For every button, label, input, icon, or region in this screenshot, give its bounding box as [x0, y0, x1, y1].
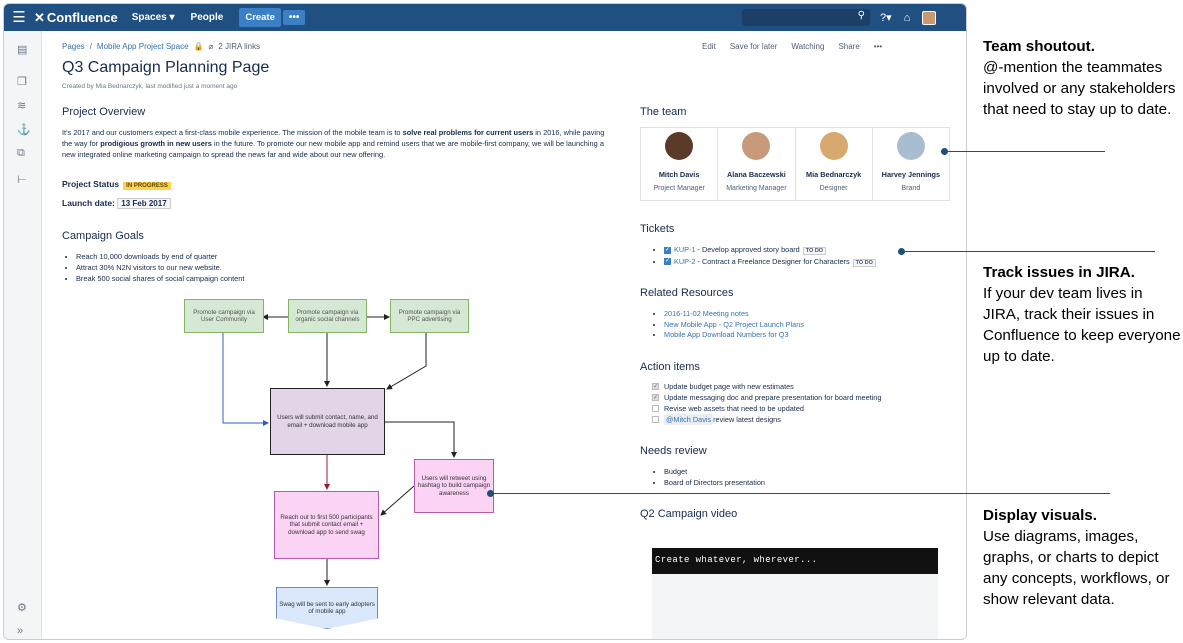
campaign-video[interactable]: Create whatever, wherever... — [652, 548, 938, 639]
settings-icon[interactable]: ⚙ — [17, 601, 27, 614]
more-actions-button[interactable]: ••• — [874, 42, 882, 51]
anchor-icon[interactable]: ⚓ — [17, 123, 31, 136]
reach-out-box: Reach out to first 500 participants that… — [274, 491, 379, 559]
task-item[interactable]: Revise web assets that need to be update… — [652, 403, 881, 414]
user-avatar[interactable] — [922, 10, 937, 25]
copy-page-icon[interactable]: ⧉ — [17, 147, 25, 160]
create-button[interactable]: Create — [239, 8, 281, 27]
menu-icon[interactable]: ☰ — [4, 4, 34, 31]
nav-spaces[interactable]: Spaces ▾ — [132, 12, 175, 23]
action-items: ✓ Update budget page with new estimates ✓… — [652, 381, 881, 425]
tickets-heading: Tickets — [640, 223, 675, 235]
confluence-logo[interactable]: ✕ Confluence — [34, 10, 118, 26]
video-caption: Create whatever, wherever... — [652, 548, 938, 574]
x-logo-icon: ✕ — [34, 9, 45, 25]
callout-visuals: Display visuals. Use diagrams, images, gr… — [983, 507, 1170, 608]
nav-people[interactable]: People — [191, 12, 224, 23]
promote-social-box: Promote campaign via organic social chan… — [288, 299, 367, 333]
checkbox[interactable] — [652, 416, 659, 423]
task-item[interactable]: ✓ Update budget page with new estimates — [652, 381, 881, 392]
user-mention[interactable]: @Mitch Davis — [664, 414, 714, 425]
resources-list: 2016-11-02 Meeting notes New Mobile App … — [642, 309, 804, 341]
actions-heading: Action items — [640, 361, 700, 373]
save-later-button[interactable]: Save for later — [730, 42, 778, 51]
ticket-item[interactable]: ✓KUP-2 - Contract a Freelance Designer f… — [664, 257, 876, 269]
team-table: Mitch Davis Project Manager Alana Baczews… — [640, 127, 950, 201]
checkbox[interactable]: ✓ — [652, 383, 659, 390]
jira-issue-icon: ✓ — [664, 258, 671, 266]
share-button[interactable]: Share — [838, 42, 859, 51]
avatar — [665, 132, 694, 160]
callout-jira: Track issues in JIRA. If your dev team li… — [983, 264, 1181, 365]
page-actions: Edit Save for later Watching Share ••• — [702, 42, 882, 51]
list-item: 2016-11-02 Meeting notes — [664, 309, 804, 320]
ticket-item[interactable]: ✓KUP-1 - Develop approved story boardTO … — [664, 245, 876, 257]
search-input[interactable]: ⚲ — [742, 9, 870, 26]
list-item: Mobile App Download Numbers for Q3 — [664, 330, 804, 341]
status-badge: TO DO — [852, 258, 876, 267]
callout-team: Team shoutout. @-mention the teammates in… — [983, 38, 1176, 118]
notifications-icon[interactable]: ⌂ — [904, 12, 911, 24]
help-icon[interactable]: ?▾ — [880, 11, 892, 24]
team-member: Mitch Davis Project Manager — [641, 128, 719, 200]
callout-line — [901, 251, 1155, 252]
retweet-box: Users will retweet using hashtag to buil… — [414, 459, 494, 513]
rss-icon[interactable]: ≋ — [17, 99, 26, 112]
avatar — [742, 132, 771, 160]
resources-heading: Related Resources — [640, 287, 734, 299]
task-item[interactable]: ✓ Update messaging doc and prepare presen… — [652, 392, 881, 403]
task-item[interactable]: @Mitch Davis review latest designs — [652, 414, 881, 425]
checkbox[interactable] — [652, 405, 659, 412]
team-member: Mia Bednarczyk Designer — [796, 128, 873, 200]
watching-button[interactable]: Watching — [791, 42, 824, 51]
checkbox[interactable]: ✓ — [652, 394, 659, 401]
team-member: Alana Baczewski Marketing Manager — [718, 128, 796, 200]
team-member: Harvey Jennings Brand — [873, 128, 949, 200]
jira-issue-icon: ✓ — [664, 246, 671, 254]
top-nav: ☰ ✕ Confluence Spaces ▾ People Create •••… — [4, 4, 966, 31]
callout-line — [490, 493, 1110, 494]
list-item: Board of Directors presentation — [664, 478, 765, 489]
team-heading: The team — [640, 106, 687, 118]
expand-icon[interactable]: » — [17, 625, 23, 637]
video-heading: Q2 Campaign video — [640, 508, 738, 520]
pages-icon[interactable]: ▤ — [17, 43, 27, 56]
review-list: Budget Board of Directors presentation — [642, 467, 765, 488]
review-heading: Needs review — [640, 445, 707, 457]
list-item: Budget — [664, 467, 765, 478]
list-item: New Mobile App - Q2 Project Launch Plans — [664, 320, 804, 331]
avatar — [896, 132, 925, 160]
page-content: Pages / Mobile App Project Space 🔒 ⌀ 2 J… — [42, 31, 966, 639]
space-sidebar: ▤ ❐ ≋ ⚓ ⧉ ⊢ ⚙ » — [4, 31, 42, 639]
search-icon: ⚲ — [857, 10, 865, 21]
avatar — [819, 132, 848, 160]
tree-icon[interactable]: ⊢ — [17, 173, 27, 186]
confluence-window: ☰ ✕ Confluence Spaces ▾ People Create •••… — [3, 3, 967, 640]
tickets-list: ✓KUP-1 - Develop approved story boardTO … — [642, 245, 876, 268]
edit-button[interactable]: Edit — [702, 42, 716, 51]
create-more-button[interactable]: ••• — [282, 10, 306, 25]
status-badge: TO DO — [802, 247, 827, 255]
submit-contact-box: Users will submit contact, name, and ema… — [270, 388, 385, 455]
copy-icon[interactable]: ❐ — [17, 75, 27, 88]
promote-ppc-box: Promote campaign via PPC advertising — [390, 299, 469, 333]
callout-line — [944, 151, 1105, 152]
promote-community-box: Promote campaign via User Community — [184, 299, 264, 333]
